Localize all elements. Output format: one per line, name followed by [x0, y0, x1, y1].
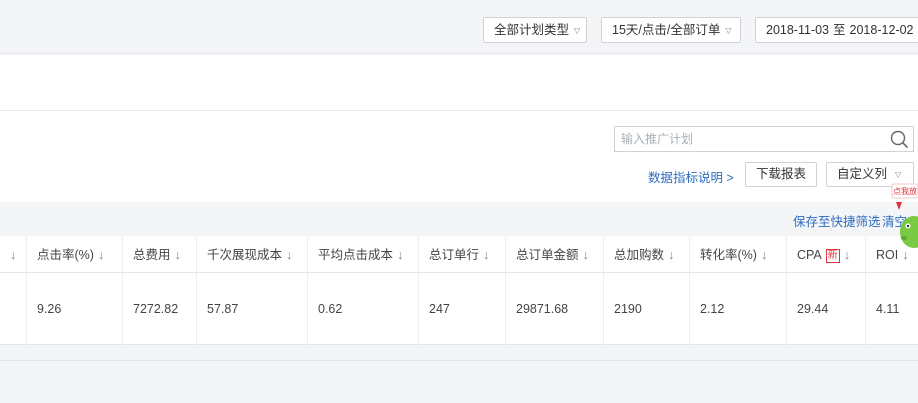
column-header-total-cost[interactable]: 总费用 ↓ [122, 236, 181, 273]
sort-arrow-icon[interactable]: ↓ [397, 247, 404, 262]
search-icon[interactable] [889, 129, 909, 149]
report-table: ↓ 点击率(%) ↓ 总费用 ↓ 千次展现成本 ↓ 平均点击成本 ↓ 总订单行 ↓ 总订单… [0, 236, 918, 345]
cell-cpa: 29.44 [786, 273, 828, 345]
date-range-picker[interactable]: 2018-11-03 至 2018-12-02 [755, 17, 918, 43]
column-header-ctr[interactable]: 点击率(%) ↓ [26, 236, 104, 273]
search-input[interactable] [615, 127, 875, 151]
chevron-down-icon: ▽ [574, 26, 581, 35]
cell-conversion-rate: 2.12 [689, 273, 724, 345]
table-row: 9.26 7272.82 57.87 0.62 247 29871.68 219… [0, 273, 918, 345]
column-header-cpc[interactable]: 平均点击成本 ↓ [307, 236, 404, 273]
cell-add-to-cart: 2190 [603, 273, 642, 345]
column-header-cpm[interactable]: 千次展现成本 ↓ [196, 236, 293, 273]
mascot-label: 点我放 [893, 186, 917, 196]
custom-columns-label: 自定义列 [837, 167, 888, 181]
sort-arrow-icon[interactable]: ↓ [844, 247, 851, 262]
column-header-add-to-cart[interactable]: 总加购数 ↓ [603, 236, 675, 273]
sort-arrow-icon[interactable]: ↓ [668, 247, 675, 262]
metrics-help-link[interactable]: 数据指标说明 > [648, 167, 734, 186]
sort-arrow-icon[interactable]: ↓ [98, 247, 105, 262]
chevron-down-icon: ▽ [895, 170, 902, 179]
cell-total-cost: 7272.82 [122, 273, 178, 345]
sort-arrow-icon[interactable]: ↓ [175, 247, 182, 262]
table-header: ↓ 点击率(%) ↓ 总费用 ↓ 千次展现成本 ↓ 平均点击成本 ↓ 总订单行 ↓ 总订单… [0, 236, 918, 273]
summary-area [0, 55, 918, 110]
sort-arrow-icon[interactable]: ↓ [483, 247, 490, 262]
quick-filter-row: 保存至快捷筛选 清空 [0, 202, 918, 236]
chevron-down-icon: ▽ [725, 26, 732, 35]
mascot-helper-icon[interactable]: 点我放 [890, 180, 918, 260]
cell-cpm: 57.87 [196, 273, 238, 345]
attribution-value: 15天/点击/全部订单 [612, 23, 721, 37]
top-filter-bar: 全部计划类型 ▽ 15天/点击/全部订单 ▽ 2018-11-03 至 2018-12-… [0, 0, 918, 54]
date-from: 2018-11-03 [766, 23, 830, 37]
plan-type-value: 全部计划类型 [494, 23, 570, 37]
table-controls: 数据指标说明 > 下载报表 自定义列 ▽ [0, 111, 918, 202]
column-header-order-amount[interactable]: 总订单金额 ↓ [505, 236, 589, 273]
save-quick-filter-link[interactable]: 保存至快捷筛选 [793, 211, 881, 230]
plan-type-dropdown[interactable]: 全部计划类型 ▽ [483, 17, 587, 43]
attribution-dropdown[interactable]: 15天/点击/全部订单 ▽ [601, 17, 741, 43]
sort-arrow-icon[interactable]: ↓ [583, 247, 590, 262]
cell-order-lines: 247 [418, 273, 450, 345]
new-badge: 新 [825, 249, 840, 263]
date-to: 2018-12-02 [849, 23, 914, 37]
column-header-order-lines[interactable]: 总订单行 ↓ [418, 236, 490, 273]
cell-roi: 4.11 [865, 273, 899, 345]
date-separator: 至 [833, 23, 846, 37]
column-header-conversion-rate[interactable]: 转化率(%) ↓ [689, 236, 767, 273]
cell-cpc: 0.62 [307, 273, 342, 345]
sort-arrow-icon[interactable]: ↓ [761, 247, 768, 262]
plan-search[interactable] [614, 126, 914, 152]
sort-arrow-icon[interactable]: ↓ [10, 247, 17, 262]
sort-arrow-icon[interactable]: ↓ [286, 247, 293, 262]
download-report-button[interactable]: 下载报表 [745, 162, 817, 187]
divider [0, 360, 918, 361]
footer-area [0, 345, 918, 403]
column-header-cpa[interactable]: CPA 新 ↓ [786, 236, 850, 273]
column-header-partial[interactable]: ↓ [0, 236, 17, 273]
cell-ctr: 9.26 [26, 273, 61, 345]
cell-order-amount: 29871.68 [505, 273, 568, 345]
